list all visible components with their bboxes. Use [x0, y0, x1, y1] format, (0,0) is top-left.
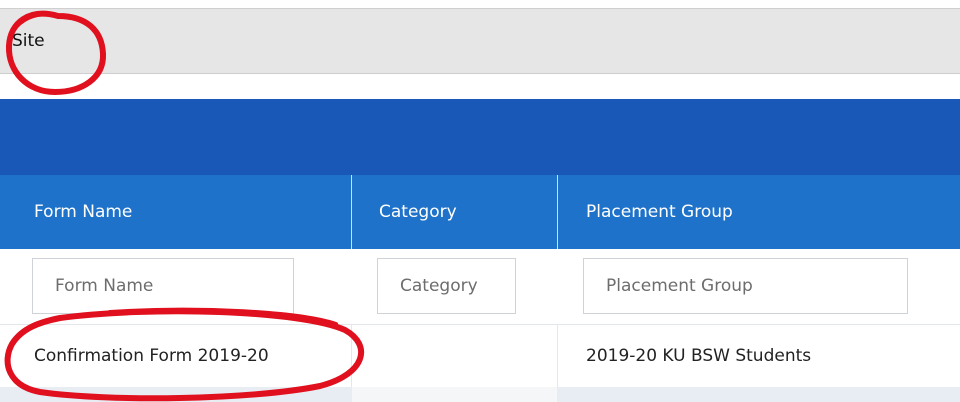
next-table-row — [0, 387, 960, 402]
cell-divider — [351, 325, 352, 387]
site-bar: Site — [0, 8, 960, 74]
placement-group-filter-input[interactable] — [583, 258, 908, 314]
column-header-placement-group[interactable]: Placement Group — [586, 175, 733, 249]
table-row[interactable]: Confirmation Form 2019-20 2019-20 KU BSW… — [0, 325, 960, 387]
form-name-filter-input[interactable] — [32, 258, 294, 314]
cell-divider — [557, 325, 558, 387]
table-banner — [0, 99, 960, 175]
column-divider[interactable] — [557, 175, 558, 249]
next-row-cell — [352, 387, 557, 402]
table-header-row: Form Name Category Placement Group — [0, 175, 960, 249]
form-name-cell[interactable]: Confirmation Form 2019-20 — [34, 325, 269, 387]
table-filter-row — [0, 249, 960, 325]
category-filter-input[interactable] — [377, 258, 516, 314]
column-divider[interactable] — [351, 175, 352, 249]
site-label: Site — [12, 31, 45, 51]
column-header-form-name[interactable]: Form Name — [34, 175, 132, 249]
column-header-category[interactable]: Category — [379, 175, 457, 249]
placement-group-cell: 2019-20 KU BSW Students — [586, 346, 812, 366]
